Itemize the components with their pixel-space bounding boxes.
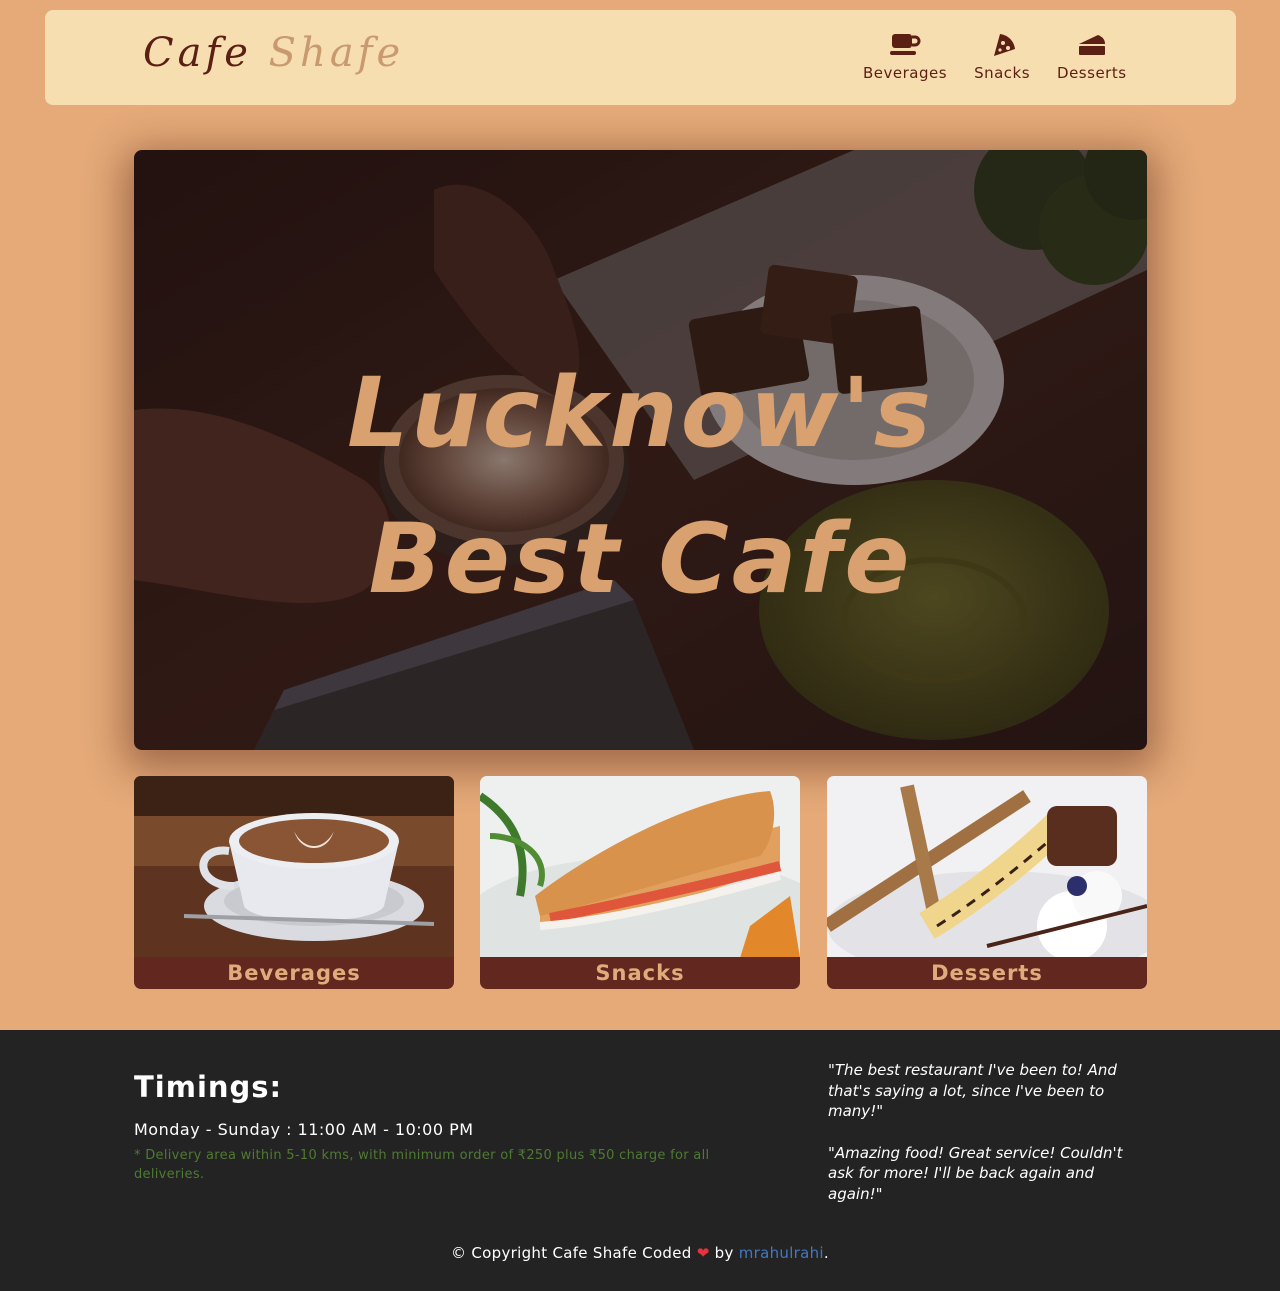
- testimonial-1: "The best restaurant I've been to! And t…: [828, 1061, 1117, 1120]
- delivery-note: * Delivery area within 5-10 kms, with mi…: [134, 1148, 710, 1182]
- card-label-snacks: Snacks: [480, 957, 800, 989]
- logo-word-cafe: Cafe: [143, 30, 252, 76]
- nav-label-snacks: Snacks: [974, 64, 1031, 82]
- copyright-period: .: [823, 1244, 829, 1262]
- opening-hours: Monday - Sunday : 11:00 AM - 10:00 PM: [134, 1120, 474, 1139]
- timings-heading: Timings:: [134, 1070, 283, 1104]
- pizza-slice-icon: [994, 34, 1016, 56]
- cake-slice-icon: [1078, 35, 1105, 55]
- site-footer: Timings: Monday - Sunday : 11:00 AM - 10…: [0, 1030, 1280, 1291]
- hero-line-2: Best Cafe: [368, 503, 913, 615]
- dessert-banana-split-image: [827, 776, 1147, 958]
- heart-icon: ❤: [696, 1244, 710, 1262]
- card-label-desserts: Desserts: [827, 957, 1147, 989]
- nav-label-beverages: Beverages: [863, 64, 948, 82]
- nav-item-desserts[interactable]: Desserts: [1057, 32, 1127, 82]
- copyright-by: by: [714, 1244, 734, 1262]
- site-logo[interactable]: Cafe Shafe: [143, 30, 404, 76]
- hero-banner: Lucknow's Best Cafe: [134, 150, 1147, 750]
- card-label-beverages: Beverages: [134, 957, 454, 989]
- category-card-desserts[interactable]: Desserts: [827, 776, 1147, 989]
- beverage-latte-image: [134, 776, 454, 958]
- main-nav: Beverages Snacks Desserts: [863, 32, 1127, 82]
- site-header: Cafe Shafe Beverages Snacks Desserts: [45, 10, 1236, 105]
- testimonial-2: "Amazing food! Great service! Couldn't a…: [828, 1143, 1123, 1203]
- hero-headline: Lucknow's Best Cafe: [134, 340, 1147, 632]
- coffee-cup-icon: [890, 34, 921, 55]
- category-card-snacks[interactable]: Snacks: [480, 776, 800, 989]
- copyright-line: © Copyright Cafe Shafe Coded ❤ by mrahul…: [0, 1244, 1280, 1262]
- logo-word-shafe: Shafe: [268, 30, 405, 76]
- hero-line-1: Lucknow's: [347, 357, 934, 469]
- nav-item-beverages[interactable]: Beverages: [863, 32, 947, 82]
- snack-sandwich-image: [480, 776, 800, 958]
- author-link[interactable]: mrahulrahi: [739, 1244, 824, 1262]
- category-card-beverages[interactable]: Beverages: [134, 776, 454, 989]
- nav-item-snacks[interactable]: Snacks: [974, 32, 1030, 82]
- copyright-text: © Copyright Cafe Shafe Coded: [451, 1244, 692, 1262]
- testimonials: "The best restaurant I've been to! And t…: [828, 1060, 1150, 1225]
- nav-label-desserts: Desserts: [1057, 64, 1127, 82]
